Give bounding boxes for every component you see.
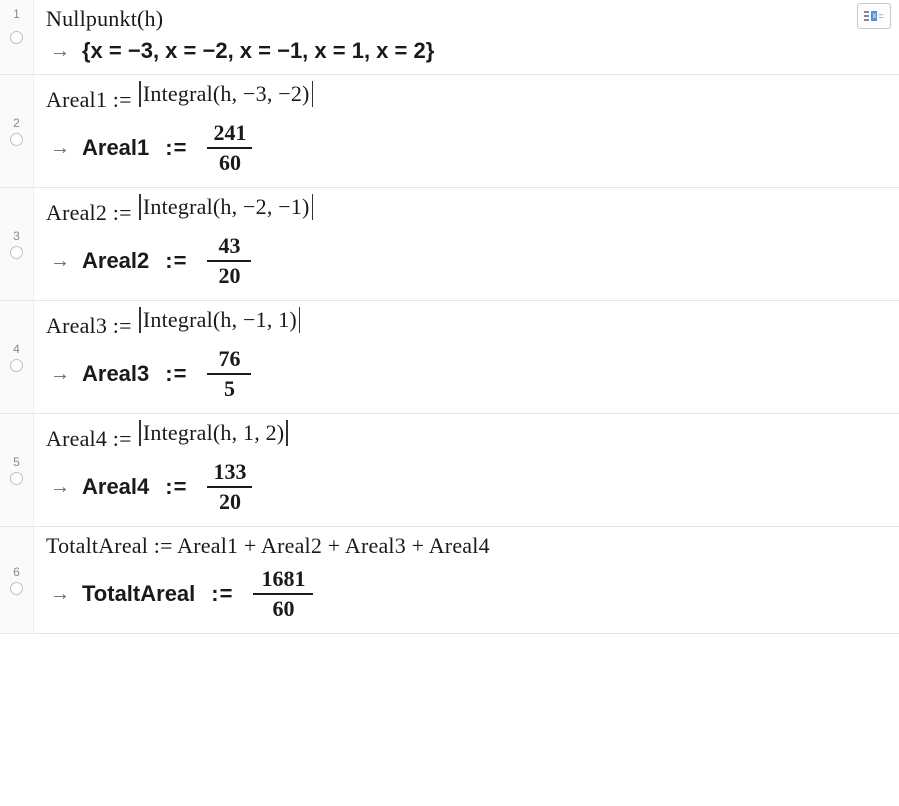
output-label: Areal4 [82, 474, 149, 500]
cas-output: → Areal4 := 133 20 [46, 458, 887, 516]
list-icon [864, 11, 869, 21]
cas-input[interactable]: Nullpunkt(h) [46, 6, 887, 32]
cas-input[interactable]: Areal4 := Integral(h, 1, 2) [46, 420, 887, 452]
output-value: {x = −3, x = −2, x = −1, x = 1, x = 2} [82, 38, 434, 64]
row-gutter[interactable]: 4 [0, 301, 34, 413]
absolute-value: Integral(h, −3, −2) [137, 81, 315, 107]
visibility-toggle[interactable] [10, 31, 23, 44]
fraction: 43 20 [207, 232, 251, 290]
cas-row[interactable]: 3 Areal2 := Integral(h, −2, −1) → Areal2… [0, 187, 899, 301]
row-number: 1 [13, 8, 20, 20]
fraction: 1681 60 [253, 565, 313, 623]
cas-row[interactable]: 4 Areal3 := Integral(h, −1, 1) → Areal3 … [0, 300, 899, 414]
row-number: 2 [13, 117, 20, 129]
cas-cell[interactable]: Areal4 := Integral(h, 1, 2) → Areal4 := … [34, 414, 899, 526]
cas-output: → Areal3 := 76 5 [46, 345, 887, 403]
absolute-value: Integral(h, −2, −1) [137, 194, 315, 220]
output-label: Areal1 [82, 135, 149, 161]
cas-output: → Areal1 := 241 60 [46, 119, 887, 177]
output-arrow-icon: → [50, 137, 70, 160]
assign-symbol: := [207, 581, 237, 607]
cas-input[interactable]: Areal3 := Integral(h, −1, 1) [46, 307, 887, 339]
fraction: 133 20 [207, 458, 252, 516]
cas-cell[interactable]: TotaltAreal := Areal1 + Areal2 + Areal3 … [34, 527, 899, 633]
cas-cell[interactable]: Areal2 := Integral(h, −2, −1) → Areal2 :… [34, 188, 899, 300]
row-number: 5 [13, 456, 20, 468]
absolute-value: Integral(h, 1, 2) [137, 420, 289, 446]
row-gutter[interactable]: 5 [0, 414, 34, 526]
output-arrow-icon: → [50, 583, 70, 606]
cas-input[interactable]: Areal2 := Integral(h, −2, −1) [46, 194, 887, 226]
row-gutter[interactable]: 1 [0, 0, 34, 74]
output-label: Areal2 [82, 248, 149, 274]
output-arrow-icon: → [50, 363, 70, 386]
visibility-toggle[interactable] [10, 133, 23, 146]
assign-symbol: := [161, 361, 191, 387]
output-label: TotaltAreal [82, 581, 195, 607]
row-gutter[interactable]: 6 [0, 527, 34, 633]
output-arrow-icon: → [50, 476, 70, 499]
row-gutter[interactable]: 2 [0, 75, 34, 187]
assign-symbol: := [161, 474, 191, 500]
solve-icon: x = [871, 11, 883, 21]
output-label: Areal3 [82, 361, 149, 387]
cas-input[interactable]: Areal1 := Integral(h, −3, −2) [46, 81, 887, 113]
assign-symbol: := [161, 135, 191, 161]
cas-cell[interactable]: Areal1 := Integral(h, −3, −2) → Areal1 :… [34, 75, 899, 187]
fraction: 76 5 [207, 345, 251, 403]
cas-row[interactable]: 2 Areal1 := Integral(h, −3, −2) → Areal1… [0, 74, 899, 188]
cas-input[interactable]: TotaltAreal := Areal1 + Areal2 + Areal3 … [46, 533, 887, 559]
row-gutter[interactable]: 3 [0, 188, 34, 300]
visibility-toggle[interactable] [10, 582, 23, 595]
visibility-toggle[interactable] [10, 472, 23, 485]
cas-row[interactable]: 5 Areal4 := Integral(h, 1, 2) → Areal4 :… [0, 413, 899, 527]
output-arrow-icon: → [50, 40, 70, 63]
cas-row[interactable]: 6 TotaltAreal := Areal1 + Areal2 + Areal… [0, 526, 899, 634]
visibility-toggle[interactable] [10, 246, 23, 259]
cas-view: 1 Nullpunkt(h) → {x = −3, x = −2, x = −1… [0, 0, 899, 634]
cas-row[interactable]: 1 Nullpunkt(h) → {x = −3, x = −2, x = −1… [0, 0, 899, 75]
output-arrow-icon: → [50, 250, 70, 273]
cas-output: → TotaltAreal := 1681 60 [46, 565, 887, 623]
row-number: 4 [13, 343, 20, 355]
visibility-toggle[interactable] [10, 359, 23, 372]
fraction: 241 60 [207, 119, 252, 177]
row-number: 6 [13, 566, 20, 578]
numeric-toggle-button[interactable]: x = [857, 3, 891, 29]
assign-symbol: := [161, 248, 191, 274]
row-number: 3 [13, 230, 20, 242]
cas-output: → {x = −3, x = −2, x = −1, x = 1, x = 2} [46, 38, 887, 64]
cas-cell[interactable]: Nullpunkt(h) → {x = −3, x = −2, x = −1, … [34, 0, 899, 74]
absolute-value: Integral(h, −1, 1) [137, 307, 302, 333]
cas-output: → Areal2 := 43 20 [46, 232, 887, 290]
cas-cell[interactable]: Areal3 := Integral(h, −1, 1) → Areal3 :=… [34, 301, 899, 413]
